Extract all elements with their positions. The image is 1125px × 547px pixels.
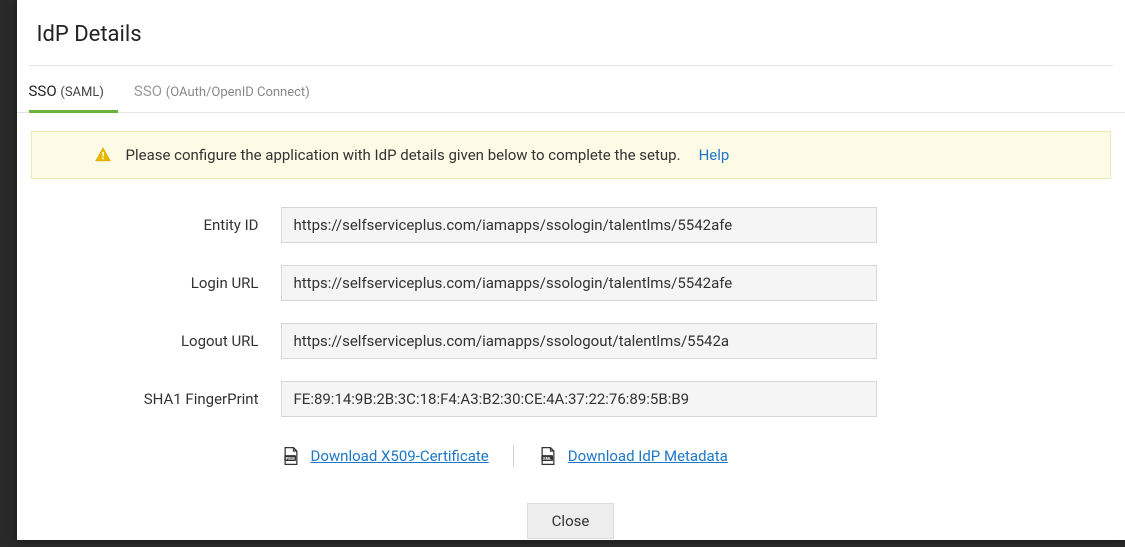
download-cert-link[interactable]: Download X509-Certificate <box>311 447 489 465</box>
close-row: Close <box>47 503 1095 539</box>
tab-sublabel: (SAML) <box>60 85 104 100</box>
row-sha1: SHA1 FingerPrint <box>47 381 1095 417</box>
setup-alert: Please configure the application with Id… <box>31 131 1111 179</box>
xml-file-icon: XML <box>538 446 558 466</box>
tab-label: SSO <box>134 82 162 100</box>
tabs: SSO (SAML) SSO (OAuth/OpenID Connect) <box>17 72 1125 113</box>
dialog-title: IdP Details <box>29 0 1125 65</box>
tab-sso-saml[interactable]: SSO (SAML) <box>29 72 118 113</box>
pem-file-icon: PEM <box>281 446 301 466</box>
svg-text:XML: XML <box>543 456 552 461</box>
download-row: PEM Download X509-Certificate XML Downlo… <box>281 439 1095 467</box>
input-logout-url[interactable] <box>281 323 877 359</box>
alert-text: Please configure the application with Id… <box>126 146 681 164</box>
download-metadata-link[interactable]: Download IdP Metadata <box>568 447 728 465</box>
help-link[interactable]: Help <box>699 146 730 164</box>
row-login-url: Login URL <box>47 265 1095 301</box>
input-sha1[interactable] <box>281 381 877 417</box>
tab-sso-oidc[interactable]: SSO (OAuth/OpenID Connect) <box>134 72 324 113</box>
tab-label: SSO <box>29 82 57 100</box>
divider <box>29 65 1113 66</box>
download-cert-group: PEM Download X509-Certificate <box>281 446 489 466</box>
idp-details-dialog: IdP Details SSO (SAML) SSO (OAuth/OpenID… <box>17 0 1125 540</box>
label-entity-id: Entity ID <box>47 216 281 234</box>
input-login-url[interactable] <box>281 265 877 301</box>
label-logout-url: Logout URL <box>47 332 281 350</box>
warning-icon <box>94 146 112 164</box>
idp-form: Entity ID Login URL Logout URL SHA1 Fing… <box>17 207 1125 539</box>
tab-sublabel: (OAuth/OpenID Connect) <box>166 85 310 100</box>
close-button[interactable]: Close <box>527 503 615 539</box>
label-sha1: SHA1 FingerPrint <box>47 390 281 408</box>
svg-text:PEM: PEM <box>285 456 295 461</box>
divider <box>513 445 514 467</box>
label-login-url: Login URL <box>47 274 281 292</box>
row-entity-id: Entity ID <box>47 207 1095 243</box>
download-metadata-group: XML Download IdP Metadata <box>538 446 728 466</box>
input-entity-id[interactable] <box>281 207 877 243</box>
row-logout-url: Logout URL <box>47 323 1095 359</box>
